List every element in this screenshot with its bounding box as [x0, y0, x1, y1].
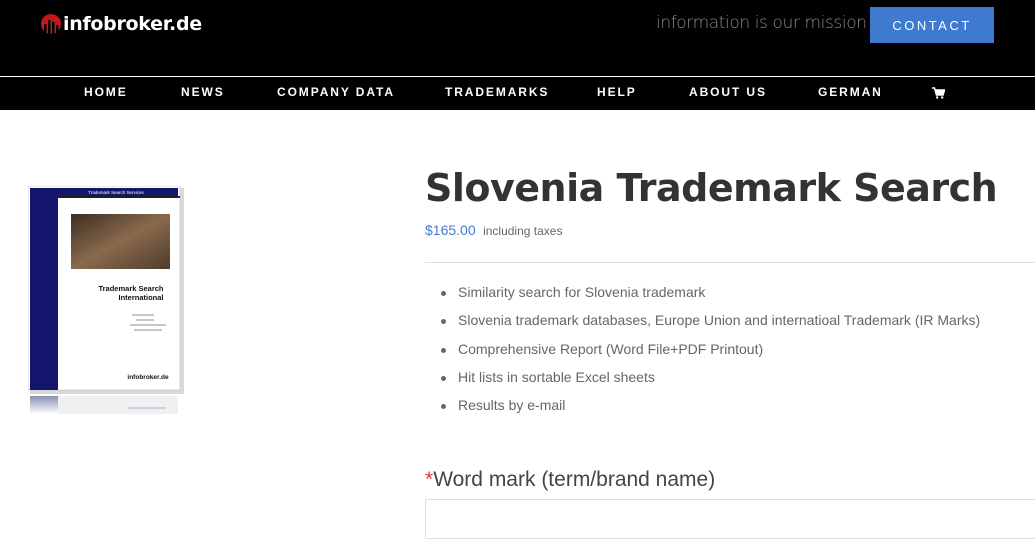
image-header-text: Trademark Search Services: [88, 190, 144, 195]
feature-list: Similarity search for Slovenia trademark…: [441, 284, 980, 425]
top-bar: infobroker.de information is our mission…: [0, 0, 1035, 76]
feature-item: Results by e-mail: [441, 397, 980, 425]
nav-item-company-data[interactable]: COMPANY DATA: [277, 77, 395, 110]
main-nav: HOME NEWS COMPANY DATA TRADEMARKS HELP A…: [0, 77, 1035, 110]
tagline: information is our mission: [656, 13, 867, 33]
contact-button[interactable]: CONTACT: [870, 7, 994, 43]
image-brand-text: infobroker.de: [127, 374, 169, 381]
word-mark-input[interactable]: [425, 499, 1035, 539]
feature-item: Similarity search for Slovenia trademark: [441, 284, 980, 312]
price-line: $165.00 including taxes: [425, 222, 562, 240]
word-mark-label-text: Word mark (term/brand name): [433, 468, 716, 491]
nav-item-trademarks[interactable]: TRADEMARKS: [445, 77, 549, 110]
nav-item-german[interactable]: GERMAN: [818, 77, 883, 110]
word-mark-label: *Word mark (term/brand name): [425, 468, 715, 492]
nav-item-help[interactable]: HELP: [597, 77, 637, 110]
image-title-line-1: Trademark Search: [98, 284, 163, 293]
product-title: Slovenia Trademark Search: [425, 166, 998, 210]
required-marker: *: [425, 468, 434, 491]
image-title-line-2: International: [118, 293, 163, 302]
tax-note: including taxes: [483, 224, 563, 238]
feature-item: Slovenia trademark databases, Europe Uni…: [441, 312, 980, 340]
feature-item: Hit lists in sortable Excel sheets: [441, 369, 980, 397]
logo-icon: [41, 14, 61, 34]
divider: [425, 262, 1035, 263]
product-image: Trademark Search Services Trademark Sear…: [28, 186, 184, 414]
logo-text: infobroker.de: [63, 13, 202, 35]
shopping-cart-icon[interactable]: [932, 87, 945, 99]
nav-item-news[interactable]: NEWS: [181, 77, 225, 110]
nav-item-about-us[interactable]: ABOUT US: [689, 77, 767, 110]
feature-item: Comprehensive Report (Word File+PDF Prin…: [441, 341, 980, 369]
nav-item-home[interactable]: HOME: [84, 77, 128, 110]
site-logo[interactable]: infobroker.de: [40, 10, 202, 38]
product-price: $165.00: [425, 222, 476, 238]
